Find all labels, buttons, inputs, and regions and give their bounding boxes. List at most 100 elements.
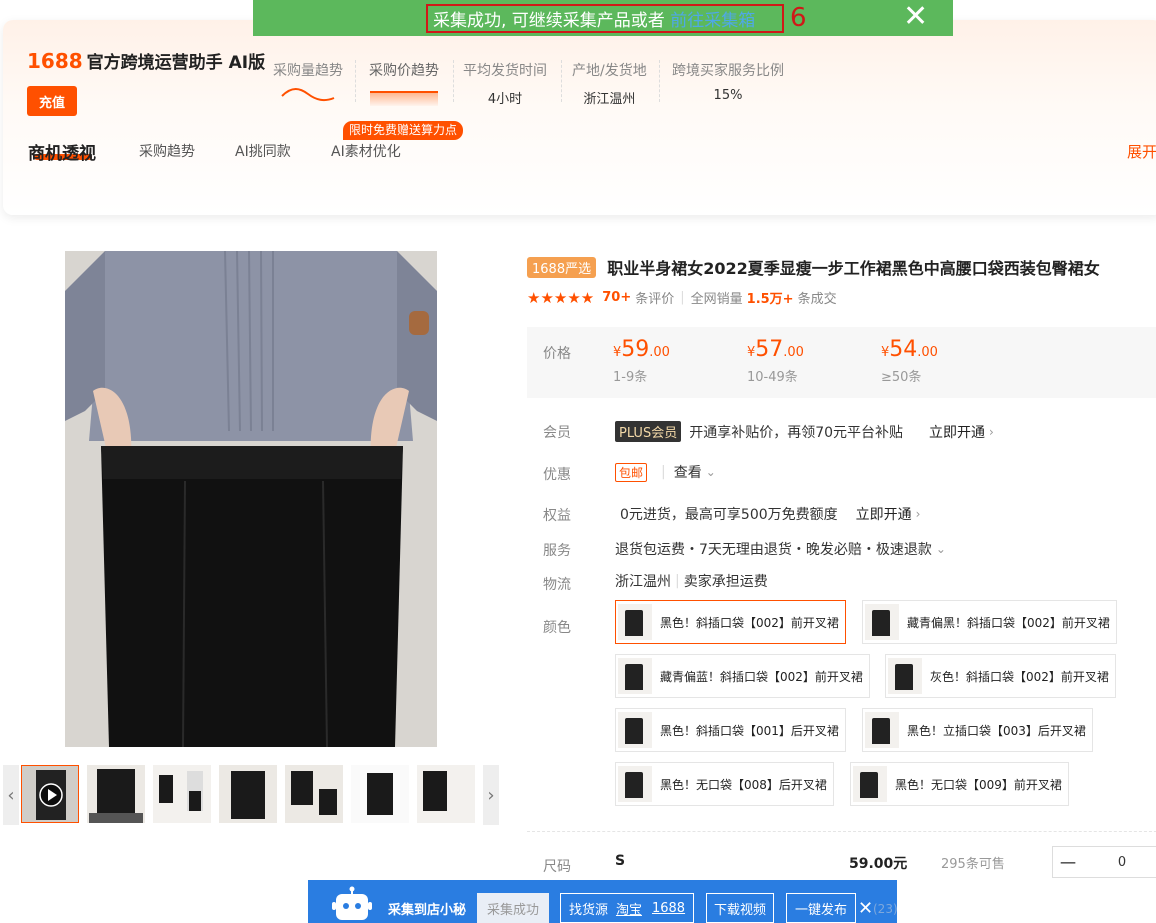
collected-button[interactable]: 采集成功 xyxy=(477,893,549,923)
size-value: S xyxy=(615,853,626,869)
size-stock: 295条可售 xyxy=(941,857,1005,872)
thumbnail-video[interactable] xyxy=(21,765,79,823)
discount-row: 包邮 | 查看 ⌄ xyxy=(615,462,716,482)
color-option[interactable]: 黑色！立插口袋【003】后开叉裙 xyxy=(862,708,1093,752)
color-option-label: 黑色！斜插口袋【001】后开叉裙 xyxy=(660,723,839,738)
s1688-link[interactable]: 1688 xyxy=(652,901,685,916)
find-source-button[interactable]: 找货源 淘宝 1688 xyxy=(560,893,694,923)
logistics-label: 物流 xyxy=(543,577,571,593)
color-option[interactable]: 黑色！斜插口袋【002】前开叉裙 xyxy=(615,600,846,644)
decrement-button[interactable]: 一 xyxy=(1053,850,1083,874)
taobao-link[interactable]: 淘宝 xyxy=(616,899,642,918)
trend-area-icon xyxy=(370,91,438,106)
skirt-thumb-icon xyxy=(153,765,211,823)
quantity-stepper: 一 0 xyxy=(1052,846,1156,878)
color-option[interactable]: 黑色！斜插口袋【001】后开叉裙 xyxy=(615,708,846,752)
promo-badge: 限时免费赠送算力点 xyxy=(343,121,464,140)
metric-value: 4小时 xyxy=(487,92,523,107)
color-option-label: 黑色！立插口袋【003】后开叉裙 xyxy=(907,723,1086,738)
price-value: ¥57.00 xyxy=(747,337,804,362)
metric-avg-ship-time: 平均发货时间 4小时 xyxy=(463,60,547,107)
thumbnail[interactable] xyxy=(351,765,409,823)
member-label: 会员 xyxy=(543,425,571,441)
skirt-thumb-icon xyxy=(285,765,343,823)
size-label: 尺码 xyxy=(543,859,571,875)
member-open-link[interactable]: 立即开通 xyxy=(929,422,985,442)
metric-divider xyxy=(561,60,562,102)
thumbnail[interactable] xyxy=(219,765,277,823)
banner-annotation-number: 6 xyxy=(790,3,807,33)
price-value: ¥54.00 xyxy=(881,337,938,362)
price-tier: ¥59.00 1-9条 xyxy=(613,337,670,385)
price-label: 价格 xyxy=(543,346,571,362)
rights-label: 权益 xyxy=(543,508,571,524)
service-row[interactable]: 退货包运费・7天无理由退货・晚发必赔・极速退款 ⌄ xyxy=(615,539,946,559)
discount-label: 优惠 xyxy=(543,467,571,483)
thumb-next-icon[interactable]: › xyxy=(483,765,499,825)
color-option-label: 灰色！斜插口袋【002】前开叉裙 xyxy=(930,669,1109,684)
thumbnail[interactable] xyxy=(87,765,145,823)
price-tier: ¥54.00 ≥50条 xyxy=(881,337,938,385)
skirt-photo xyxy=(65,251,437,747)
color-label: 颜色 xyxy=(543,620,571,636)
tab-purchase-trend[interactable]: 采购趋势 xyxy=(139,141,195,161)
skirt-swatch-icon xyxy=(618,658,652,694)
color-option[interactable]: 黑色！无口袋【008】后开叉裙 xyxy=(615,762,834,806)
metric-purchase-price-trend[interactable]: 采购价趋势 xyxy=(368,60,440,110)
metric-value: 浙江温州 xyxy=(583,92,636,107)
skirt-swatch-icon xyxy=(618,766,652,802)
rating-suffix: 条评价 xyxy=(635,292,675,307)
tab-opportunity[interactable]: 商机透视 xyxy=(28,139,96,164)
price-tier: ¥57.00 10-49条 xyxy=(747,337,804,385)
toolbar-title: 采集到店小秘 xyxy=(388,903,467,918)
color-option[interactable]: 灰色！斜插口袋【002】前开叉裙 xyxy=(885,654,1116,698)
price-quantity: 1-9条 xyxy=(613,370,648,385)
skirt-thumb-icon xyxy=(351,765,409,823)
skirt-thumb-icon xyxy=(87,765,145,823)
size-price: 59.00元 xyxy=(849,856,908,872)
metric-label: 跨境买家服务比例 xyxy=(672,63,784,79)
rating-count: 70+ xyxy=(602,290,632,305)
skirt-swatch-icon xyxy=(618,604,652,640)
sales-suffix: 条成交 xyxy=(797,292,837,307)
thumb-prev-icon[interactable]: ‹ xyxy=(3,765,19,825)
banner-text: 采集成功, 可继续采集产品或者 前往采集箱 xyxy=(433,6,755,31)
color-option-label: 藏青偏蓝！斜插口袋【002】前开叉裙 xyxy=(660,669,863,684)
rights-open-link[interactable]: 立即开通 xyxy=(856,504,912,524)
rights-text: 0元进货，最高可享500万免费额度 xyxy=(620,507,838,523)
thumbnail[interactable] xyxy=(153,765,211,823)
tab-ai-material[interactable]: AI素材优化 xyxy=(331,141,401,161)
play-icon xyxy=(22,766,78,822)
metric-purchase-volume-trend[interactable]: 采购量趋势 xyxy=(273,60,343,110)
discount-view-link[interactable]: 查看 xyxy=(674,462,702,482)
service-label: 服务 xyxy=(543,543,571,559)
go-to-collection-link[interactable]: 前往采集箱 xyxy=(670,11,755,31)
color-option[interactable]: 藏青偏黑！斜插口袋【002】前开叉裙 xyxy=(862,600,1117,644)
metric-label: 产地/发货地 xyxy=(572,63,647,79)
thumbnail[interactable] xyxy=(417,765,475,823)
robot-icon xyxy=(332,886,372,920)
recharge-button[interactable]: 充值 xyxy=(27,86,77,116)
member-text: 开通享补贴价，再领70元平台补贴 xyxy=(689,424,904,441)
thumbnail[interactable] xyxy=(285,765,343,823)
brand-title: 官方跨境运营助手 AI版 xyxy=(86,53,266,73)
download-video-button[interactable]: 下载视频 xyxy=(706,893,774,923)
tab-ai-same-style[interactable]: AI挑同款 xyxy=(235,141,291,161)
logistics-fee: 卖家承担运费 xyxy=(683,574,768,590)
color-option[interactable]: 黑色！无口袋【009】前开叉裙 xyxy=(850,762,1069,806)
price-quantity: ≥50条 xyxy=(881,370,922,385)
assistant-brand: 1688 官方跨境运营助手 AI版 xyxy=(27,48,265,73)
expand-link[interactable]: 展开 xyxy=(1127,141,1156,162)
close-icon[interactable]: ✕ xyxy=(903,2,928,32)
color-option[interactable]: 藏青偏蓝！斜插口袋【002】前开叉裙 xyxy=(615,654,870,698)
plus-badge: PLUS会员 xyxy=(615,421,682,442)
skirt-swatch-icon xyxy=(888,658,922,694)
metric-label: 采购量趋势 xyxy=(273,63,343,79)
product-main-image[interactable] xyxy=(65,251,437,747)
close-icon[interactable]: ✕ xyxy=(858,898,873,919)
toolbar-count: (23) xyxy=(873,902,898,916)
chevron-down-icon: ⌄ xyxy=(935,542,946,556)
publish-button[interactable]: 一键发布 xyxy=(786,893,856,923)
quantity-input[interactable]: 0 xyxy=(1083,855,1156,870)
chevron-right-icon: › xyxy=(989,424,994,439)
